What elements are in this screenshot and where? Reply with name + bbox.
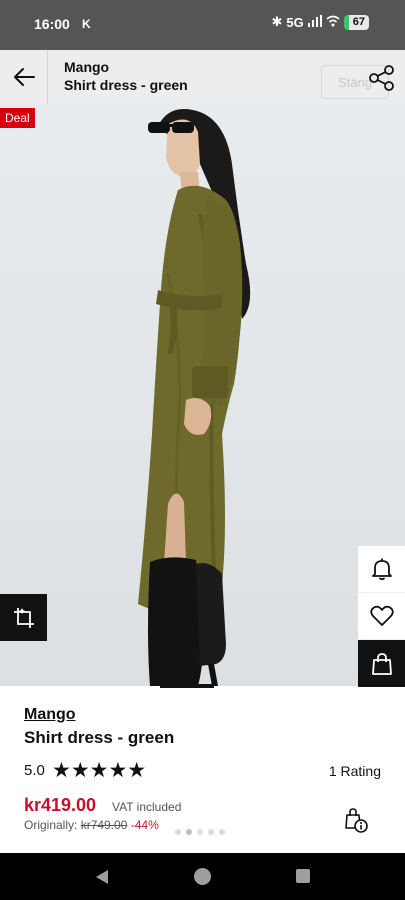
nav-recents-icon[interactable]	[296, 869, 310, 883]
header-brand: Mango	[64, 59, 110, 75]
shopping-bag-icon	[371, 652, 392, 675]
image-pagination-dots	[175, 829, 225, 835]
visual-search-button[interactable]	[0, 594, 47, 641]
deal-badge: Deal	[0, 108, 35, 128]
arrow-left-icon	[13, 68, 35, 86]
vat-note: VAT included	[112, 800, 182, 814]
favorite-button[interactable]	[358, 593, 405, 640]
add-to-bag-button[interactable]	[358, 640, 405, 687]
size-info-button[interactable]	[342, 806, 370, 834]
pagination-dot[interactable]	[175, 829, 181, 835]
product-action-rail	[358, 546, 405, 687]
brand-link[interactable]: Mango	[24, 706, 76, 724]
rating-stars[interactable]: ★★★★★	[52, 758, 146, 783]
pagination-dot[interactable]	[219, 829, 225, 835]
carrier-glyph: K	[82, 17, 91, 31]
product-name: Shirt dress - green	[24, 728, 175, 747]
pagination-dot[interactable]	[208, 829, 214, 835]
pagination-dot[interactable]	[197, 829, 203, 835]
nav-back-icon[interactable]	[94, 869, 110, 885]
system-nav-bar	[0, 853, 405, 900]
original-label: Originally:	[24, 818, 78, 832]
pagination-dot[interactable]	[186, 829, 192, 835]
back-button[interactable]	[0, 50, 48, 104]
sale-price: kr419.00	[24, 795, 97, 815]
app-header: Mango Shirt dress - green Stäng	[0, 50, 405, 104]
product-details: Mango Shirt dress - green 5.0 ★★★★★ 1 Ra…	[0, 688, 405, 853]
signal-icon	[307, 14, 322, 30]
product-image[interactable]	[0, 104, 405, 686]
crop-search-icon	[13, 607, 34, 628]
rating-value: 5.0	[24, 762, 45, 779]
battery-indicator: 67	[343, 14, 369, 30]
bell-icon	[371, 558, 392, 581]
size-info-icon	[345, 808, 368, 833]
status-time: 16:00	[34, 16, 70, 32]
original-price-row: Originally: kr749.00 -44%	[24, 818, 159, 832]
notify-button[interactable]	[358, 546, 405, 593]
heart-icon	[369, 605, 394, 626]
model-figure-image	[138, 109, 251, 686]
nav-home-icon[interactable]	[194, 868, 211, 885]
wifi-icon	[326, 15, 340, 30]
rating-count-link[interactable]: 1 Rating	[329, 763, 381, 779]
discount-percent: -44%	[130, 818, 159, 832]
original-price: kr749.00	[80, 818, 128, 832]
share-button[interactable]	[368, 64, 396, 92]
network-type: 5G	[286, 14, 304, 30]
bluetooth-icon: ✱	[271, 14, 283, 29]
header-title: Shirt dress - green	[64, 77, 188, 93]
status-indicators: ✱ 5G 67	[271, 14, 369, 30]
status-bar: 16:00 K ✱ 5G 67	[0, 0, 405, 50]
share-icon	[369, 65, 394, 91]
